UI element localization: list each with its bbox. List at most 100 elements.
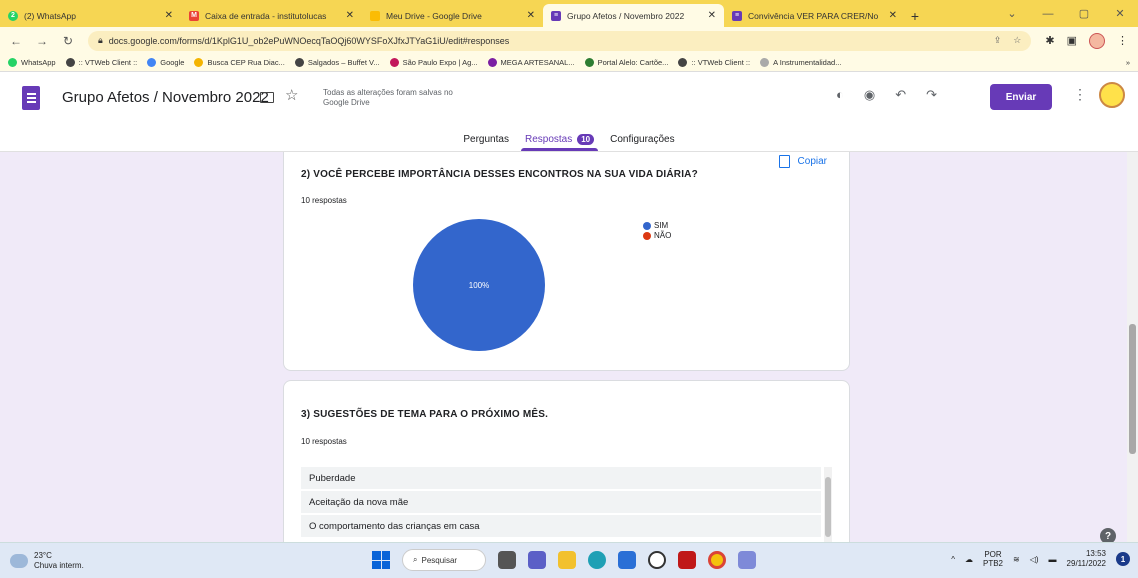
- window-controls: ⌄ — ▢ ✕: [994, 0, 1138, 27]
- dell-icon[interactable]: [648, 551, 666, 569]
- forms-icon: ≡: [732, 10, 742, 21]
- bookmark-item[interactable]: Google: [147, 58, 184, 67]
- bookmark-item[interactable]: WhatsApp: [8, 58, 56, 67]
- star-icon[interactable]: ☆: [285, 86, 298, 104]
- menu-icon[interactable]: ⋮: [1117, 34, 1128, 47]
- tab-settings[interactable]: Configurações: [602, 127, 682, 151]
- forms-header: Grupo Afetos / Novembro 2022 ☆ Todas as …: [0, 72, 1138, 152]
- bookmark-item[interactable]: Busca CEP Rua Diac...: [194, 58, 285, 67]
- maximize-button[interactable]: ▢: [1066, 0, 1102, 27]
- bookmark-label: Busca CEP Rua Diac...: [207, 58, 285, 67]
- responses-content: Copiar 2) VOCÊ PERCEBE IMPORTÂNCIA DESSE…: [0, 152, 1127, 542]
- undo-icon[interactable]: ↶: [895, 87, 906, 103]
- chrome-icon[interactable]: [708, 551, 726, 569]
- close-icon[interactable]: ✕: [527, 10, 535, 21]
- clock[interactable]: 13:53 29/11/2022: [1067, 549, 1106, 569]
- close-icon[interactable]: ✕: [165, 10, 173, 21]
- wifi-icon[interactable]: ≋: [1013, 555, 1020, 564]
- form-title[interactable]: Grupo Afetos / Novembro 2022: [62, 89, 269, 106]
- address-bar[interactable]: 🔒︎ docs.google.com/forms/d/1KplG1U_ob2eP…: [88, 30, 1032, 51]
- redo-icon[interactable]: ↷: [926, 87, 937, 103]
- bookmark-item[interactable]: A Instrumentalidad...: [760, 58, 841, 67]
- folder-icon[interactable]: [260, 92, 274, 103]
- browser-tab-whatsapp[interactable]: 2 (2) WhatsApp ✕: [0, 4, 181, 27]
- bookmark-item[interactable]: São Paulo Expo | Ag...: [389, 58, 478, 67]
- forms-logo-icon[interactable]: [22, 86, 40, 110]
- volume-icon[interactable]: ◁): [1030, 555, 1039, 564]
- chevron-down-icon[interactable]: ⌄: [994, 0, 1030, 27]
- palette-icon[interactable]: ◐: [836, 87, 844, 103]
- new-tab-button[interactable]: +: [905, 4, 925, 27]
- tab-responses[interactable]: Respostas 10: [517, 127, 602, 151]
- list-item: Puberdade: [301, 467, 821, 489]
- browser-tab-forms-2[interactable]: ≡ Convivência VER PARA CRER/No ✕: [724, 4, 905, 27]
- bookmark-item[interactable]: :: VTWeb Client ::: [65, 58, 137, 67]
- task-view-icon[interactable]: [498, 551, 516, 569]
- forms-icon[interactable]: [738, 551, 756, 569]
- weather-widget[interactable]: 23°C Chuva interm.: [10, 551, 84, 571]
- browser-tab-drive[interactable]: Meu Drive - Google Drive ✕: [362, 4, 543, 27]
- tab-questions[interactable]: Perguntas: [455, 127, 517, 151]
- back-arrow-icon[interactable]: ←: [10, 34, 22, 48]
- close-window-button[interactable]: ✕: [1102, 0, 1138, 27]
- keyboard-layout: PTB2: [983, 559, 1004, 568]
- bookmark-item[interactable]: MEGA ARTESANAL...: [487, 58, 575, 67]
- battery-icon[interactable]: ▬: [1049, 555, 1057, 564]
- bookmark-item[interactable]: :: VTWeb Client ::: [678, 58, 750, 67]
- question-card: Copiar 2) VOCÊ PERCEBE IMPORTÂNCIA DESSE…: [283, 152, 850, 371]
- forward-arrow-icon[interactable]: →: [36, 34, 48, 48]
- reload-icon[interactable]: ↻: [62, 34, 74, 48]
- windows-start-icon[interactable]: [372, 551, 390, 569]
- lock-icon: 🔒︎: [98, 35, 103, 45]
- language-indicator[interactable]: POR PTB2: [983, 550, 1003, 568]
- question-card: 3) SUGESTÕES DE TEMA PARA O PRÓXIMO MÊS.…: [283, 380, 850, 542]
- question-title: 3) SUGESTÕES DE TEMA PARA O PRÓXIMO MÊS.: [301, 409, 549, 420]
- browser-tab-gmail[interactable]: M Caixa de entrada - institutolucas ✕: [181, 4, 362, 27]
- avatar[interactable]: [1099, 82, 1125, 108]
- browser-tab-forms-active[interactable]: ≡ Grupo Afetos / Novembro 2022 ✕: [543, 4, 724, 27]
- store-icon[interactable]: [618, 551, 636, 569]
- file-explorer-icon[interactable]: [558, 551, 576, 569]
- copy-button[interactable]: Copiar: [778, 155, 827, 168]
- page-scrollbar[interactable]: [1127, 152, 1138, 542]
- legend-item: NÃO: [643, 231, 671, 241]
- list-item: O comportamento das crianças em casa: [301, 515, 821, 537]
- taskbar-apps: ⌕ Pesquisar: [372, 549, 756, 571]
- list-scrollbar[interactable]: [824, 467, 832, 542]
- form-tabs: Perguntas Respostas 10 Configurações: [0, 127, 1138, 151]
- edge-icon[interactable]: [588, 551, 606, 569]
- more-bookmarks-icon[interactable]: »: [1126, 58, 1130, 67]
- legend-swatch: [643, 232, 651, 240]
- taskbar-search[interactable]: ⌕ Pesquisar: [402, 549, 486, 571]
- chevron-up-icon[interactable]: ^: [951, 555, 955, 564]
- notification-badge[interactable]: 1: [1116, 552, 1130, 566]
- whatsapp-icon: [8, 58, 17, 67]
- system-tray: ^ ☁ POR PTB2 ≋ ◁) ▬ 13:53 29/11/2022 1: [951, 549, 1130, 569]
- scrollbar-thumb[interactable]: [1129, 324, 1136, 454]
- mcafee-icon[interactable]: [678, 551, 696, 569]
- close-icon[interactable]: ✕: [889, 10, 897, 21]
- share-icon[interactable]: ⇪: [994, 35, 1002, 46]
- preview-eye-icon[interactable]: ◉: [864, 87, 875, 103]
- drive-icon: [370, 10, 380, 21]
- close-icon[interactable]: ✕: [346, 10, 354, 21]
- tab-label: Respostas: [524, 133, 573, 145]
- chat-icon[interactable]: [528, 551, 546, 569]
- extensions-icon[interactable]: ✱: [1045, 34, 1054, 47]
- chart-legend: SIM NÃO: [643, 221, 671, 241]
- bookmark-label: :: VTWeb Client ::: [691, 58, 751, 67]
- bookmark-item[interactable]: Portal Alelo: Cartõe...: [584, 58, 668, 67]
- more-options-icon[interactable]: ⋮: [1073, 86, 1087, 103]
- onedrive-icon[interactable]: ☁: [965, 555, 973, 564]
- list-item: Aceitação da nova mãe: [301, 491, 821, 513]
- response-count: 10 respostas: [301, 437, 347, 446]
- minimize-button[interactable]: —: [1030, 0, 1066, 27]
- sidepanel-icon[interactable]: ▣: [1067, 34, 1077, 47]
- rain-cloud-icon: [10, 554, 28, 568]
- globe-icon: [65, 58, 75, 67]
- close-icon[interactable]: ✕: [708, 10, 716, 21]
- bookmark-item[interactable]: Salgados – Buffet V...: [294, 58, 380, 67]
- profile-avatar[interactable]: [1089, 32, 1105, 49]
- bookmark-star-icon[interactable]: ☆: [1013, 35, 1021, 46]
- send-button[interactable]: Enviar: [990, 84, 1052, 110]
